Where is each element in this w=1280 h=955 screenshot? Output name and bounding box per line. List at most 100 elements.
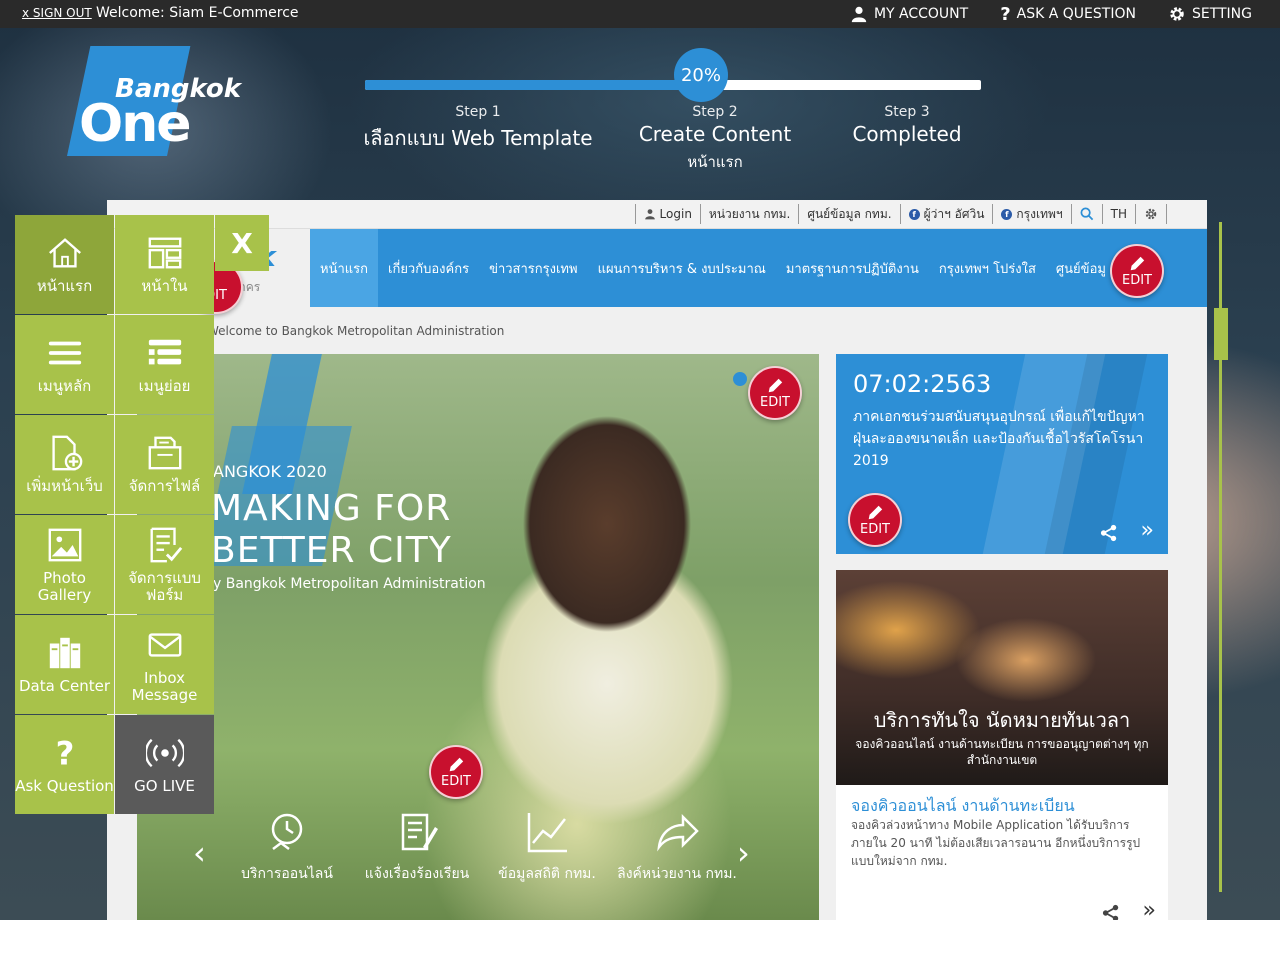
hero-kicker: ANGKOK 2020 bbox=[213, 462, 327, 481]
edit-label: EDIT bbox=[760, 394, 790, 410]
hero-headline-line1: MAKING FOR bbox=[211, 488, 452, 529]
panel-tile-data-center[interactable]: Data Center bbox=[15, 615, 114, 714]
panel-tile-home[interactable]: หน้าแรก bbox=[15, 215, 114, 314]
progress-fill bbox=[365, 80, 704, 90]
facebook-icon: f bbox=[1001, 208, 1013, 220]
panel-tile-main-menu[interactable]: เมนูหลัก bbox=[15, 315, 114, 414]
service-overlay-title: บริการทันใจ นัดหมายทันเวลา bbox=[873, 708, 1131, 732]
nav-item[interactable]: ศูนย์ข้อมู bbox=[1046, 229, 1116, 307]
panel-tile-label: Inbox Message bbox=[131, 668, 198, 704]
ask-question-button[interactable]: ? ASK A QUESTION bbox=[1000, 4, 1136, 25]
add-page-icon bbox=[51, 435, 82, 471]
site-settings-button[interactable] bbox=[1135, 204, 1167, 224]
agency-label: หน่วยงาน กทม. bbox=[708, 206, 791, 221]
fb1-label: ผู้ว่าฯ อัศวิน bbox=[923, 206, 985, 221]
language-switch[interactable]: TH bbox=[1101, 204, 1135, 224]
nav-item[interactable]: มาตรฐานการปฏิบัติงาน bbox=[776, 229, 929, 307]
panel-tile-label: หน้าใน bbox=[141, 277, 188, 295]
scrollbar-thumb[interactable] bbox=[1214, 308, 1228, 360]
step-1[interactable]: Step 1 เลือกแบบ Web Template bbox=[360, 104, 596, 154]
ask-question-label: ASK A QUESTION bbox=[1016, 6, 1136, 22]
panel-tile-label: เมนูหลัก bbox=[37, 377, 92, 395]
step-label: Create Content bbox=[638, 122, 792, 146]
panel-tile-label: Data Center bbox=[18, 677, 111, 695]
carousel-next-button[interactable]: › bbox=[737, 834, 750, 872]
panel-tile-form-manager[interactable]: จัดการแบบฟอร์ม bbox=[115, 515, 214, 614]
search-button[interactable] bbox=[1070, 204, 1102, 224]
facebook-icon: f bbox=[908, 208, 920, 220]
edit-news-button[interactable]: EDIT bbox=[848, 493, 902, 547]
broadcast-icon bbox=[145, 738, 184, 768]
carousel-prev-button[interactable]: ‹ bbox=[193, 834, 206, 872]
folder-icon bbox=[148, 436, 181, 470]
carousel-dot[interactable] bbox=[733, 372, 747, 386]
edit-quicklinks-button[interactable]: EDIT bbox=[429, 745, 483, 799]
edit-hero-button[interactable]: EDIT bbox=[748, 366, 802, 420]
panel-tile-add-page[interactable]: เพิ่มหน้าเว็บ bbox=[15, 415, 114, 514]
svg-text:?: ? bbox=[55, 734, 74, 772]
panel-tile-label: Photo Gallery bbox=[37, 568, 92, 604]
facebook-governor-link[interactable]: f ผู้ว่าฯ อัศวิน bbox=[899, 204, 993, 224]
utility-bar: Login หน่วยงาน กทม. ศูนย์ข้อมูล กทม. f ผู… bbox=[107, 200, 1207, 229]
nav-item[interactable]: ข่าวสารกรุงเทพ bbox=[479, 229, 588, 307]
website-preview: Login หน่วยงาน กทม. ศูนย์ข้อมูล กทม. f ผู… bbox=[107, 200, 1207, 920]
quick-link-complaint[interactable]: แจ้งเรื่องร้องเรียน bbox=[357, 809, 477, 885]
edit-nav-button[interactable]: EDIT bbox=[1110, 244, 1164, 298]
line-chart-icon bbox=[527, 813, 567, 853]
panel-tile-inner-page[interactable]: หน้าใน bbox=[115, 215, 214, 314]
service-more-button[interactable]: » bbox=[1143, 898, 1156, 920]
step-3[interactable]: Step 3 Completed bbox=[830, 104, 984, 146]
share-arrow-icon bbox=[657, 813, 699, 852]
panel-tile-file-manager[interactable]: จัดการไฟล์ bbox=[115, 415, 214, 514]
app-stage: x SIGN OUT Welcome: Siam E-Commerce MY A… bbox=[0, 0, 1280, 955]
sign-out-link[interactable]: x SIGN OUT bbox=[22, 6, 92, 20]
panel-tile-sub-menu[interactable]: เมนูย่อย bbox=[115, 315, 214, 414]
layout-icon bbox=[148, 237, 181, 269]
hero-headline-line2: BETTER CITY bbox=[211, 530, 452, 571]
pencil-icon bbox=[1130, 256, 1145, 270]
envelope-icon bbox=[148, 632, 181, 657]
hamburger-icon bbox=[48, 341, 81, 365]
bangkok-one-logo[interactable]: Bangkok One bbox=[45, 46, 245, 171]
news-more-button[interactable]: » bbox=[1141, 518, 1154, 543]
quick-link-online-service[interactable]: บริการออนไลน์ bbox=[227, 809, 347, 885]
share-icon[interactable] bbox=[1102, 904, 1120, 920]
pencil-icon bbox=[768, 378, 783, 392]
share-icon[interactable] bbox=[1100, 524, 1118, 542]
quick-link-agency-links[interactable]: ลิงค์หน่วยงาน กทม. bbox=[617, 809, 737, 885]
image-icon bbox=[48, 528, 81, 561]
panel-tile-label: จัดการไฟล์ bbox=[128, 477, 201, 495]
quick-link-statistics[interactable]: ข้อมูลสถิติ กทม. bbox=[487, 809, 607, 885]
nav-item[interactable]: เกี่ยวกับองค์กร bbox=[378, 229, 479, 307]
facebook-bangkok-link[interactable]: f กรุงเทพฯ bbox=[992, 204, 1070, 224]
datacenter-link[interactable]: ศูนย์ข้อมูล กทม. bbox=[798, 204, 899, 224]
logo-line2: One bbox=[79, 94, 191, 154]
panel-close-button[interactable]: X bbox=[215, 215, 269, 271]
panel-tile-ask-question[interactable]: ? Ask Question bbox=[15, 715, 114, 814]
agency-link[interactable]: หน่วยงาน กทม. bbox=[699, 204, 798, 224]
news-date: 07:02:2563 bbox=[853, 370, 992, 398]
quick-links: บริการออนไลน์ แจ้งเรื่องร้องเรียน ข้อมูล… bbox=[227, 809, 737, 885]
panel-tile-inbox[interactable]: Inbox Message bbox=[115, 615, 214, 714]
step-2[interactable]: Step 2 Create Content หน้าแรก bbox=[620, 104, 810, 174]
my-account-button[interactable]: MY ACCOUNT bbox=[850, 5, 968, 23]
panel-tile-go-live[interactable]: GO LIVE bbox=[115, 715, 214, 814]
nav-item[interactable]: กรุงเทพฯ โปร่งใส bbox=[929, 229, 1046, 307]
panel-tile-label: Ask Question bbox=[15, 777, 114, 795]
quick-link-label: บริการออนไลน์ bbox=[241, 866, 333, 882]
gear-icon bbox=[1145, 208, 1157, 220]
progress-percent-badge: 20% bbox=[674, 48, 728, 102]
welcome-text: Welcome: Siam E-Commerce bbox=[96, 5, 299, 21]
form-icon bbox=[150, 527, 182, 562]
page-bottom bbox=[0, 920, 1280, 955]
nav-item[interactable]: แผนการบริหาร & งบประมาณ bbox=[588, 229, 776, 307]
login-link[interactable]: Login bbox=[634, 204, 700, 224]
service-description: จองคิวล่วงหน้าทาง Mobile Application ได้… bbox=[851, 818, 1141, 868]
service-card[interactable]: บริการทันใจ นัดหมายทันเวลา จองคิวออนไลน์… bbox=[836, 570, 1168, 920]
nav-item[interactable]: หน้าแรก bbox=[310, 229, 378, 307]
panel-tile-photo-gallery[interactable]: Photo Gallery bbox=[15, 515, 114, 614]
top-bar-actions: MY ACCOUNT ? ASK A QUESTION SETTING bbox=[850, 0, 1252, 28]
user-icon bbox=[851, 6, 867, 23]
setting-button[interactable]: SETTING bbox=[1168, 5, 1252, 23]
document-pen-icon bbox=[401, 813, 438, 851]
